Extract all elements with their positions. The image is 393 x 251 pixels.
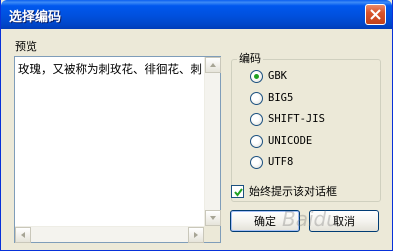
scroll-right-button[interactable] [188, 227, 204, 243]
vertical-scrollbar[interactable] [204, 57, 221, 226]
radio-utf8[interactable]: UTF8 [250, 154, 293, 170]
radio-label: SHIFT-JIS [268, 113, 325, 125]
radio-label: GBK [268, 70, 287, 82]
checkmark-icon [234, 187, 243, 197]
always-prompt-checkbox[interactable] [231, 184, 244, 198]
dialog-body: 预览 玫瑰，又被称为刺玫花、徘徊花、刺 编码 GBK BIG5 SHIFT-JI… [4, 29, 389, 247]
radio-selected-dot [254, 73, 259, 79]
scroll-left-button[interactable] [15, 227, 31, 243]
radio-label: UTF8 [268, 156, 294, 168]
arrow-down-icon [210, 216, 216, 220]
radio-button[interactable] [250, 134, 263, 148]
preview-text: 玫瑰，又被称为刺玫花、徘徊花、刺 [18, 62, 202, 76]
arrow-up-icon [210, 63, 216, 67]
close-button[interactable] [365, 4, 386, 25]
preview-label: 预览 [15, 40, 37, 53]
cancel-button[interactable]: 取消 [309, 210, 379, 232]
horizontal-scrollbar[interactable] [15, 226, 204, 243]
select-encoding-dialog: 选择编码 预览 玫瑰，又被称为刺玫花、徘徊花、刺 编码 GBK BIG5 SHI… [0, 0, 393, 251]
scroll-up-button[interactable] [205, 57, 221, 73]
radio-button[interactable] [250, 155, 263, 169]
dialog-title: 选择编码 [9, 10, 62, 25]
encoding-group-title: 编码 [237, 50, 263, 66]
ok-button[interactable]: 确定 [230, 210, 300, 232]
radio-button[interactable] [250, 69, 263, 83]
radio-big5[interactable]: BIG5 [250, 90, 293, 106]
radio-unicode[interactable]: UNICODE [250, 133, 312, 149]
arrow-left-icon [21, 232, 25, 238]
scroll-down-button[interactable] [205, 210, 221, 226]
title-bar[interactable]: 选择编码 [1, 0, 392, 29]
radio-label: BIG5 [268, 92, 294, 104]
always-prompt-label: 始终提示该对话框 [249, 185, 337, 198]
radio-button[interactable] [250, 91, 263, 105]
radio-label: UNICODE [268, 135, 313, 147]
radio-gbk[interactable]: GBK [250, 68, 287, 84]
radio-shift-jis[interactable]: SHIFT-JIS [250, 111, 325, 127]
arrow-right-icon [194, 232, 198, 238]
preview-textbox[interactable]: 玫瑰，又被称为刺玫花、徘徊花、刺 [14, 56, 221, 243]
scrollbar-corner [204, 226, 220, 242]
always-prompt-checkbox-row[interactable]: 始终提示该对话框 [231, 183, 337, 199]
radio-button[interactable] [250, 112, 263, 126]
close-icon [370, 9, 381, 20]
